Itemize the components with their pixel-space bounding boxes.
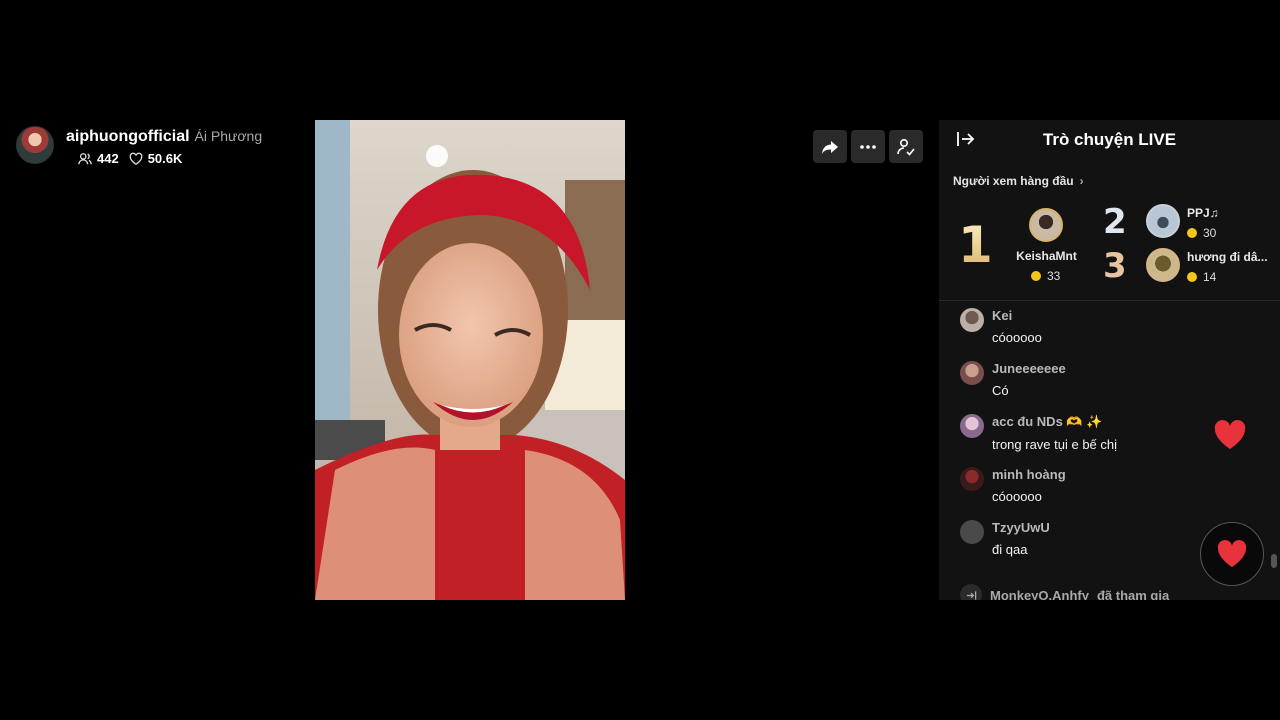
rank-2-number: 2 [1103, 202, 1127, 242]
user-check-icon [897, 138, 915, 156]
avatar[interactable] [960, 308, 984, 332]
message-username[interactable]: acc đu NDs 🫶 ✨ [992, 414, 1117, 430]
chat-message: minh hoàng cóooooo [960, 467, 1066, 504]
host-handle[interactable]: aiphuongofficial [66, 128, 190, 146]
host-avatar[interactable] [16, 126, 54, 164]
heart-outline-icon [129, 152, 143, 165]
avatar[interactable] [960, 361, 984, 385]
share-button[interactable] [813, 130, 847, 163]
host-names: aiphuongofficial Ái Phương 442 50.6K [66, 126, 262, 166]
join-notice: MonkeyO.Anhfy đã tham gia [960, 584, 1169, 600]
top-viewer-2-avatar[interactable] [1146, 204, 1180, 238]
host-info: aiphuongofficial Ái Phương 442 50.6K [16, 126, 262, 166]
top-viewer-3-avatar[interactable] [1146, 248, 1180, 282]
message-text: trong rave tụi e bế chị [992, 437, 1118, 452]
profile-button[interactable] [889, 130, 923, 163]
collapse-panel-icon[interactable] [955, 129, 975, 149]
join-notice-text: đã tham gia [1096, 587, 1170, 601]
chat-message: Kei cóooooo [960, 308, 1042, 345]
top-viewers-link[interactable]: Người xem hàng đầu › [953, 174, 1084, 188]
coin-icon [1031, 271, 1041, 281]
top-viewer-2-coins: 30 [1187, 226, 1216, 240]
message-username[interactable]: Kei [992, 308, 1042, 323]
top-viewer-3-name[interactable]: hương đi dâ... [1187, 250, 1268, 264]
more-icon [860, 144, 876, 149]
top-viewer-1-avatar[interactable] [1029, 208, 1063, 242]
chat-title: Trò chuyện LIVE [1042, 130, 1177, 149]
message-body: Kei cóooooo [992, 308, 1042, 345]
viewer-count: 442 [78, 151, 119, 166]
message-body: minh hoàng cóooooo [992, 467, 1066, 504]
rank-3-number: 3 [1103, 246, 1127, 286]
top-viewers-label: Người xem hàng đầu [953, 174, 1074, 188]
message-username[interactable]: minh hoàng [992, 467, 1066, 482]
chat-message: Juneeeeeee Có [960, 361, 1066, 398]
people-icon [78, 152, 92, 164]
viewer-count-value: 442 [97, 151, 119, 166]
chat-header: Trò chuyện LIVE [939, 120, 1280, 160]
top-viewer-1-coins: 33 [1031, 269, 1060, 283]
floating-heart-icon [1214, 420, 1246, 449]
message-body: TzyyUwU đi qaa [992, 520, 1050, 557]
message-body: Juneeeeeee Có [992, 361, 1066, 398]
avatar[interactable] [960, 467, 984, 491]
top-viewer-3-coin-value: 14 [1203, 270, 1217, 284]
avatar[interactable] [960, 414, 984, 438]
top-viewer-1-name[interactable]: KeishaMnt [999, 249, 1094, 263]
message-text: cóooooo [992, 330, 1042, 345]
chat-scrollbar[interactable] [1271, 554, 1277, 568]
top-viewer-3-coins: 14 [1187, 270, 1216, 284]
coin-icon [1187, 272, 1197, 282]
coin-icon [1187, 228, 1197, 238]
rank-1-number: 1 [958, 216, 993, 274]
live-video[interactable] [315, 120, 625, 600]
like-count: 50.6K [129, 151, 183, 166]
video-frame [315, 120, 625, 600]
live-chat-panel: Trò chuyện LIVE Người xem hàng đầu › 1 K… [939, 120, 1280, 600]
host-name-line: aiphuongofficial Ái Phương [66, 128, 262, 146]
enter-icon [960, 584, 982, 600]
chat-message: acc đu NDs 🫶 ✨ trong rave tụi e bế chị [960, 414, 1117, 452]
message-text: Có [992, 383, 1009, 398]
host-stats: 442 50.6K [66, 151, 262, 166]
message-username[interactable]: TzyyUwU [992, 520, 1050, 535]
heart-icon [1217, 540, 1247, 568]
more-button[interactable] [851, 130, 885, 163]
top-viewer-2-coin-value: 30 [1203, 226, 1217, 240]
top-viewer-2-name[interactable]: PPJ♫ [1187, 206, 1219, 220]
divider [939, 300, 1280, 301]
chevron-right-icon: › [1079, 174, 1084, 188]
like-count-value: 50.6K [147, 151, 183, 166]
message-username[interactable]: Juneeeeeee [992, 361, 1066, 376]
like-heart-button[interactable] [1200, 522, 1264, 586]
video-actions [813, 130, 923, 163]
top-viewer-1-coin-value: 33 [1047, 269, 1061, 283]
share-icon [822, 140, 838, 154]
chat-message: TzyyUwU đi qaa [960, 520, 1050, 557]
join-notice-user[interactable]: MonkeyO.Anhfy [990, 588, 1089, 601]
message-text: đi qaa [992, 542, 1028, 557]
message-body: acc đu NDs 🫶 ✨ trong rave tụi e bế chị [992, 414, 1117, 452]
message-text: cóooooo [992, 489, 1042, 504]
avatar[interactable] [960, 520, 984, 544]
host-display-name: Ái Phương [194, 128, 263, 144]
